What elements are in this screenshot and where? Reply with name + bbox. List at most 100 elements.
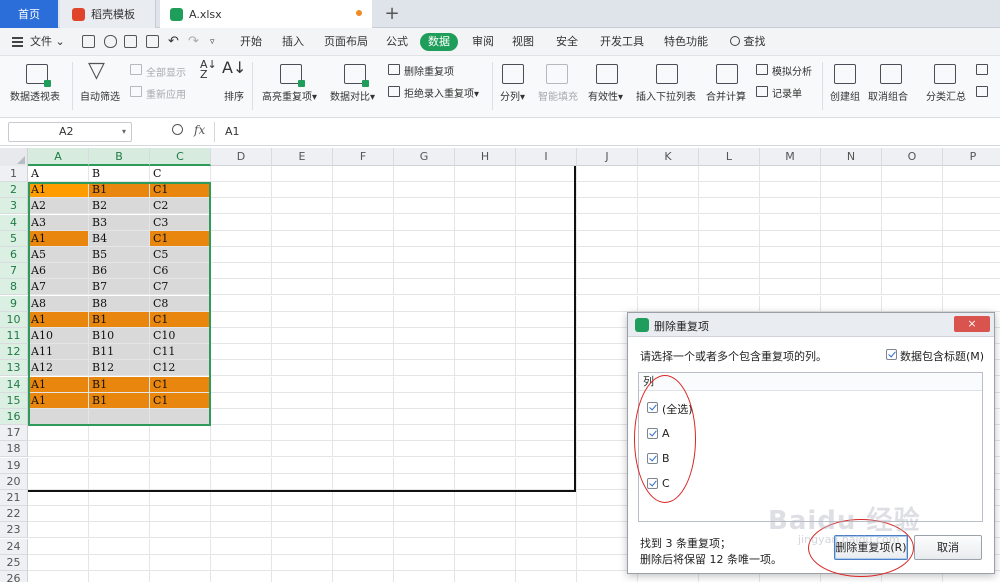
grid-cell[interactable] <box>333 214 394 231</box>
grid-cell[interactable] <box>89 571 150 582</box>
grid-cell[interactable] <box>211 311 272 328</box>
row-header[interactable]: 9 <box>0 295 28 312</box>
grid-cell[interactable] <box>943 263 1000 280</box>
grid-cell[interactable] <box>699 247 760 263</box>
row-header[interactable]: 24 <box>0 538 28 555</box>
row-header[interactable]: 16 <box>0 409 28 425</box>
grid-cell[interactable] <box>394 425 455 442</box>
grid-cell[interactable] <box>394 554 455 571</box>
grid-cell[interactable] <box>28 457 89 474</box>
grid-cell[interactable] <box>150 473 211 490</box>
grid-cell[interactable] <box>882 214 943 231</box>
grid-cell[interactable] <box>455 166 516 182</box>
grid-cell[interactable] <box>516 457 577 474</box>
grid-cell[interactable] <box>28 473 89 490</box>
grid-cell[interactable] <box>760 230 821 247</box>
cell-b12[interactable]: B11 <box>89 344 150 361</box>
cell-b9[interactable]: B8 <box>89 295 150 312</box>
grid-cell[interactable] <box>333 230 394 247</box>
cell-a15[interactable]: A1 <box>28 392 89 409</box>
undo-icon[interactable]: ↶ <box>168 28 179 56</box>
grid-cell[interactable] <box>394 376 455 393</box>
autofilter-button[interactable]: 自动筛选 <box>80 88 120 103</box>
grid-cell[interactable] <box>516 554 577 571</box>
row-header[interactable]: 18 <box>0 441 28 458</box>
grid-cell[interactable] <box>211 392 272 409</box>
grid-cell[interactable] <box>211 538 272 555</box>
grid-cell[interactable] <box>211 571 272 582</box>
format-painter-icon[interactable] <box>104 35 117 48</box>
column-header-p[interactable]: P <box>943 148 1000 166</box>
grid-cell[interactable] <box>28 506 89 523</box>
grid-cell[interactable] <box>577 214 638 231</box>
grid-cell[interactable] <box>150 554 211 571</box>
quick-access-dropdown-icon[interactable]: ▿ <box>210 28 215 56</box>
grid-cell[interactable] <box>455 198 516 215</box>
grid-cell[interactable] <box>455 247 516 263</box>
grid-cell[interactable] <box>211 360 272 377</box>
zoom-icon[interactable] <box>172 124 183 135</box>
grid-cell[interactable] <box>333 295 394 312</box>
column-header-n[interactable]: N <box>821 148 882 166</box>
grid-cell[interactable] <box>333 490 394 506</box>
grid-cell[interactable] <box>455 506 516 523</box>
grid-cell[interactable] <box>333 571 394 582</box>
cell-b3[interactable]: B2 <box>89 198 150 215</box>
checkbox[interactable] <box>647 428 658 439</box>
column-header-d[interactable]: D <box>211 148 272 166</box>
grid-cell[interactable] <box>821 214 882 231</box>
grid-cell[interactable] <box>821 279 882 296</box>
grid-cell[interactable] <box>211 328 272 344</box>
grid-cell[interactable] <box>577 263 638 280</box>
grid-cell[interactable] <box>638 214 699 231</box>
close-button[interactable]: × <box>954 316 990 332</box>
grid-cell[interactable] <box>272 360 333 377</box>
cell-c3[interactable]: C2 <box>150 198 211 215</box>
column-header-e[interactable]: E <box>272 148 333 166</box>
grid-cell[interactable] <box>272 425 333 442</box>
grid-cell[interactable] <box>821 182 882 199</box>
grid-cell[interactable] <box>516 214 577 231</box>
reject-duplicates-button[interactable]: 拒绝录入重复项▾ <box>404 85 479 100</box>
grid-cell[interactable] <box>394 166 455 182</box>
grid-cell[interactable] <box>333 263 394 280</box>
grid-cell[interactable] <box>272 538 333 555</box>
grid-cell[interactable] <box>333 425 394 442</box>
grid-cell[interactable] <box>272 522 333 539</box>
grid-cell[interactable] <box>638 279 699 296</box>
grid-cell[interactable] <box>394 409 455 425</box>
row-header[interactable]: 23 <box>0 522 28 539</box>
menu-developer[interactable]: 开发工具 <box>600 28 644 56</box>
cell-b13[interactable]: B12 <box>89 360 150 377</box>
grid-cell[interactable] <box>699 182 760 199</box>
grid-cell[interactable] <box>394 230 455 247</box>
grid-cell[interactable] <box>943 182 1000 199</box>
row-header[interactable]: 25 <box>0 554 28 571</box>
grid-cell[interactable] <box>211 522 272 539</box>
cell-b15[interactable]: B1 <box>89 392 150 409</box>
grid-cell[interactable] <box>89 457 150 474</box>
cell-c16[interactable] <box>150 409 211 425</box>
menu-review[interactable]: 审阅 <box>472 28 494 56</box>
grid-cell[interactable] <box>333 279 394 296</box>
sort-button[interactable]: 排序 <box>224 88 244 103</box>
cell-a8[interactable]: A7 <box>28 279 89 296</box>
grid-cell[interactable] <box>882 295 943 312</box>
cell-c4[interactable]: C3 <box>150 214 211 231</box>
grid-cell[interactable] <box>943 279 1000 296</box>
grid-cell[interactable] <box>211 182 272 199</box>
grid-cell[interactable] <box>272 230 333 247</box>
grid-cell[interactable] <box>638 230 699 247</box>
dialog-titlebar[interactable]: 删除重复项 × <box>628 313 994 337</box>
cell-c8[interactable]: C7 <box>150 279 211 296</box>
column-header-j[interactable]: J <box>577 148 638 166</box>
grid-cell[interactable] <box>211 214 272 231</box>
expand-icon[interactable] <box>976 64 988 75</box>
row-header[interactable]: 14 <box>0 376 28 393</box>
cell-a7[interactable]: A6 <box>28 263 89 280</box>
grid-cell[interactable] <box>516 506 577 523</box>
grid-cell[interactable] <box>516 538 577 555</box>
grid-cell[interactable] <box>28 490 89 506</box>
cell-b5[interactable]: B4 <box>89 230 150 247</box>
ungroup-button[interactable]: 取消组合 <box>868 88 908 103</box>
